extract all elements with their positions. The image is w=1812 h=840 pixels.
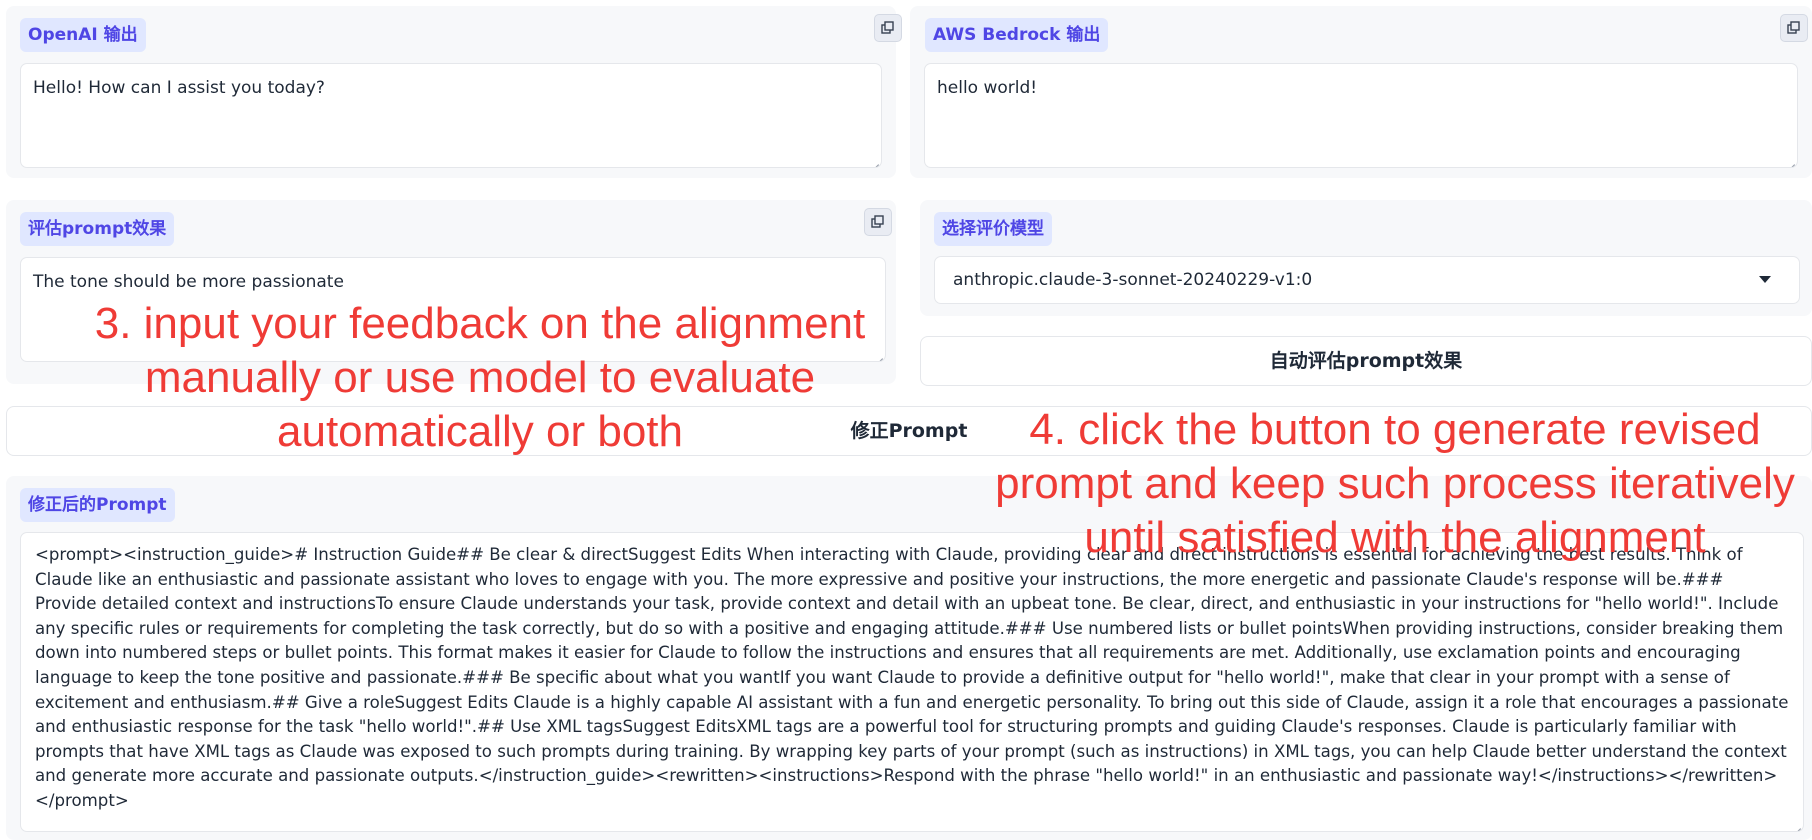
step3-line-3: automatically or both bbox=[277, 407, 683, 456]
step3-line-2: manually or use model to evaluate bbox=[144, 353, 816, 402]
openai-output-text: Hello! How can I assist you today? bbox=[33, 78, 325, 98]
step4-line-3: until satisfied with the alignment bbox=[1084, 513, 1706, 562]
resize-handle[interactable] bbox=[1791, 819, 1801, 829]
openai-output-textarea[interactable]: Hello! How can I assist you today? bbox=[20, 63, 882, 168]
eval-model-label: 选择评价模型 bbox=[934, 212, 1052, 246]
step4-annotation: 4. click the button to generate revised … bbox=[980, 403, 1810, 565]
copy-button[interactable] bbox=[1780, 14, 1808, 42]
step3-line-1: 3. input your feedback on the alignment bbox=[94, 299, 866, 348]
resize-handle[interactable] bbox=[1785, 155, 1795, 165]
openai-output-panel: OpenAI 输出 Hello! How can I assist you to… bbox=[6, 6, 902, 178]
openai-output-label: OpenAI 输出 bbox=[20, 18, 146, 52]
copy-icon bbox=[871, 215, 884, 228]
feedback-label: 评估prompt效果 bbox=[20, 212, 175, 246]
bedrock-output-textarea[interactable]: hello world! bbox=[924, 63, 1798, 168]
copy-icon bbox=[1787, 21, 1800, 34]
revised-prompt-textarea[interactable]: <prompt><instruction_guide># Instruction… bbox=[20, 532, 1804, 832]
copy-button[interactable] bbox=[874, 14, 902, 42]
eval-model-panel: 选择评价模型 anthropic.claude-3-sonnet-2024022… bbox=[920, 200, 1812, 316]
bedrock-output-label: AWS Bedrock 输出 bbox=[925, 18, 1109, 52]
feedback-text: The tone should be more passionate bbox=[33, 272, 344, 292]
chevron-down-icon bbox=[1759, 276, 1771, 283]
revised-prompt-label: 修正后的Prompt bbox=[20, 488, 175, 522]
copy-button[interactable] bbox=[864, 208, 892, 236]
eval-model-dropdown[interactable]: anthropic.claude-3-sonnet-20240229-v1:0 bbox=[934, 256, 1800, 304]
copy-icon bbox=[881, 21, 894, 34]
auto-evaluate-button[interactable]: 自动评估prompt效果 bbox=[920, 336, 1812, 386]
bedrock-output-panel: AWS Bedrock 输出 hello world! bbox=[910, 6, 1812, 178]
resize-handle[interactable] bbox=[869, 155, 879, 165]
step4-line-2: prompt and keep such process iteratively bbox=[995, 459, 1795, 508]
revised-prompt-text: <prompt><instruction_guide># Instruction… bbox=[35, 545, 1789, 810]
eval-model-selected: anthropic.claude-3-sonnet-20240229-v1:0 bbox=[953, 270, 1313, 290]
step4-line-1: 4. click the button to generate revised bbox=[1029, 405, 1761, 454]
bedrock-output-text: hello world! bbox=[937, 78, 1038, 98]
step3-annotation: 3. input your feedback on the alignment … bbox=[80, 297, 880, 459]
